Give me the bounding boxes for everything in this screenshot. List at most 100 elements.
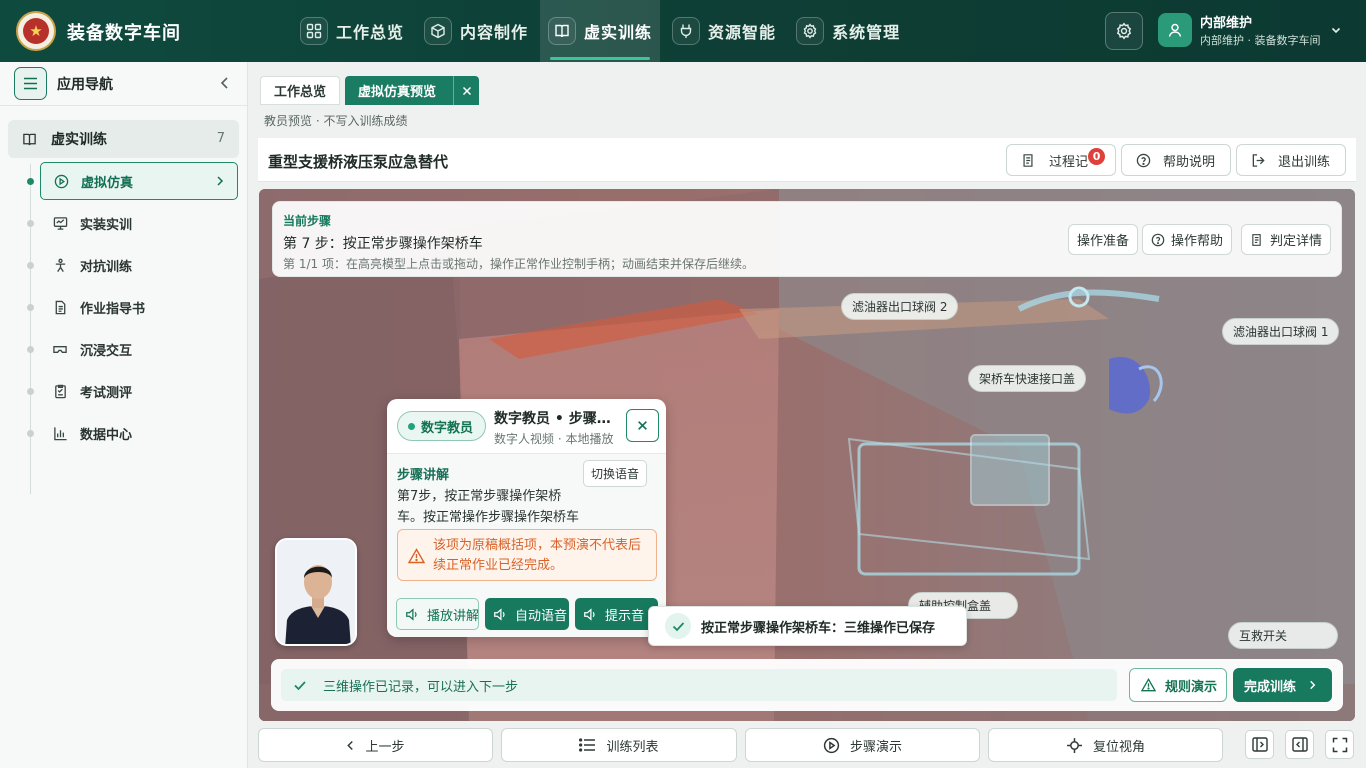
step-explain-text: 第7步，按正常步骤操作架桥车。按正常操作步骤操作架桥车的作业控制手柄。	[397, 489, 580, 525]
panel-right-toggle-button[interactable]	[1285, 730, 1314, 759]
cube-icon	[424, 17, 453, 45]
speaker-icon	[494, 607, 505, 621]
sidebar-header: 应用导航	[0, 62, 247, 106]
step-demo-label: 步骤演示	[849, 739, 902, 755]
close-icon	[462, 86, 471, 95]
status-bar: 三维操作已记录，可以进入下一步 规则演示 完成训练	[271, 659, 1343, 711]
nav-overview-label: 工作总览	[336, 23, 405, 42]
nav-content[interactable]: 内容制作	[416, 0, 536, 62]
judgement-detail-label: 判定详情	[1270, 234, 1323, 249]
close-icon	[638, 421, 647, 430]
hotspot-filter-valve-1[interactable]: 滤油器出口球阀 1	[1222, 318, 1340, 345]
sidebar-item-combat[interactable]: 对抗训练	[40, 246, 238, 284]
sidebar-title: 应用导航	[57, 76, 113, 93]
finish-training-label: 完成训练	[1244, 679, 1297, 695]
sidebar-item-equipment[interactable]: 实装实训	[40, 204, 238, 242]
auto-voice-button[interactable]: 自动语音	[485, 598, 569, 630]
rule-demo-button[interactable]: 规则演示	[1129, 668, 1227, 702]
sidebar-item-immersive[interactable]: 沉浸交互	[40, 330, 238, 368]
chevron-right-icon	[1310, 680, 1316, 690]
nav-overview[interactable]: 工作总览	[292, 0, 412, 62]
digital-teacher-card: 数字教员 数字教员 • 步骤讲解 数字人视频 · 本地播放 步骤讲解 切换语音 …	[387, 399, 666, 637]
training-list-button[interactable]: 训练列表	[501, 728, 737, 762]
person-icon	[52, 257, 68, 273]
sidebar-item-virtual-sim[interactable]: 虚拟仿真	[40, 162, 238, 200]
hint-sound-button[interactable]: 提示音	[575, 598, 658, 630]
logout-icon	[1252, 153, 1265, 167]
digital-teacher-avatar[interactable]	[275, 538, 357, 646]
app-title: 装备数字车间	[67, 23, 181, 44]
tree-dot	[27, 304, 34, 311]
step-explain-heading: 步骤讲解	[397, 468, 450, 483]
exit-training-button[interactable]: 退出训练	[1236, 144, 1346, 176]
tree-dot	[27, 262, 34, 269]
tree-dot	[27, 388, 34, 395]
teacher-card-close-button[interactable]	[626, 409, 659, 442]
tab-label: 虚拟仿真预览	[358, 85, 437, 100]
status-message-strip: 三维操作已记录，可以进入下一步	[281, 669, 1117, 701]
sidebar-item-label: 对抗训练	[80, 259, 133, 275]
sidebar-item-label: 实装实训	[80, 217, 133, 233]
teacher-card-subtitle: 数字人视频 · 本地播放	[494, 432, 614, 446]
speaker-icon	[406, 607, 417, 621]
finish-training-button[interactable]: 完成训练	[1233, 668, 1332, 702]
warning-box: 该项为原稿概括项，本预演不代表后续正常作业已经完成。	[397, 529, 657, 581]
status-message: 三维操作已记录，可以进入下一步	[323, 679, 519, 695]
panel-left-toggle-button[interactable]	[1245, 730, 1274, 759]
sidebar-group-training[interactable]: 虚实训练 7	[8, 120, 239, 158]
reset-view-button[interactable]: 复位视角	[988, 728, 1223, 762]
tree-dot	[27, 346, 34, 353]
settings-button[interactable]	[1105, 12, 1143, 50]
process-record-button[interactable]: 过程记 0	[1006, 144, 1116, 176]
nav-training-label: 虚实训练	[584, 23, 653, 42]
chevron-left-icon[interactable]	[219, 76, 231, 90]
play-explain-button[interactable]: 播放讲解	[396, 598, 479, 630]
tab-overview[interactable]: 工作总览	[260, 76, 340, 105]
check-icon	[665, 613, 691, 639]
hotspot-quick-connector-cover[interactable]: 架桥车快速接口盖	[968, 365, 1087, 392]
nav-resources[interactable]: 资源智能	[664, 0, 784, 62]
operation-help-button[interactable]: 操作帮助	[1142, 224, 1233, 255]
sidebar-item-label: 考试测评	[80, 385, 133, 401]
tree-dot	[27, 178, 34, 185]
hint-sound-label: 提示音	[605, 608, 645, 624]
top-bar: ★ 装备数字车间 工作总览 内容制作 虚实训练 资源智能 系统管理 内部维护 内…	[0, 0, 1366, 62]
switch-voice-button[interactable]: 切换语音	[583, 460, 648, 487]
record-count-badge: 0	[1088, 147, 1106, 165]
hotspot-filter-valve-2[interactable]: 滤油器出口球阀 2	[841, 293, 959, 320]
fullscreen-button[interactable]	[1325, 730, 1354, 759]
chevron-left-icon	[346, 739, 355, 752]
step-title: 第 7 步：按正常步骤操作架桥车	[283, 236, 483, 252]
sidebar-group-count: 7	[216, 131, 225, 146]
tab-close-button[interactable]	[453, 76, 479, 105]
course-title-bar: 重型支援桥液压泵应急替代 过程记 0 帮助说明 退出训练	[258, 138, 1356, 182]
nav-training[interactable]: 虚实训练	[540, 0, 661, 62]
crosshair-icon	[1066, 737, 1083, 754]
speaker-icon	[584, 607, 595, 621]
prepare-button[interactable]: 操作准备	[1068, 224, 1139, 255]
sidebar-item-data[interactable]: 数据中心	[40, 414, 238, 452]
help-circle-icon	[1136, 153, 1151, 167]
sidebar-item-exam[interactable]: 考试测评	[40, 372, 238, 410]
step-demo-button[interactable]: 步骤演示	[745, 728, 980, 762]
menu-toggle-button[interactable]	[14, 67, 47, 100]
main-nav: 工作总览 内容制作 虚实训练 资源智能 系统管理	[292, 0, 912, 62]
nav-system[interactable]: 系统管理	[788, 0, 908, 62]
hotspot-rescue-switch[interactable]: 互救开关	[1228, 622, 1338, 649]
reset-view-label: 复位视角	[1092, 739, 1145, 755]
hotspot-label: 互救开关	[1239, 629, 1288, 643]
sidebar-item-label: 数据中心	[80, 427, 133, 443]
settings-icon	[796, 17, 825, 45]
chart-icon	[52, 425, 68, 441]
help-circle-icon	[1151, 233, 1165, 246]
chevron-down-icon[interactable]	[1330, 24, 1342, 36]
judgement-detail-button[interactable]: 判定详情	[1241, 224, 1332, 255]
tab-virtual-preview[interactable]: 虚拟仿真预览	[345, 76, 479, 105]
help-button[interactable]: 帮助说明	[1121, 144, 1231, 176]
sidebar-item-label: 虚拟仿真	[81, 175, 134, 191]
menu-icon	[24, 77, 37, 90]
sidebar-item-guide[interactable]: 作业指导书	[40, 288, 238, 326]
previous-step-button[interactable]: 上一步	[258, 728, 493, 762]
panel-toggle-icon	[1291, 737, 1308, 752]
user-menu[interactable]: 内部维护 内部维护 · 装备数字车间	[1158, 12, 1321, 48]
